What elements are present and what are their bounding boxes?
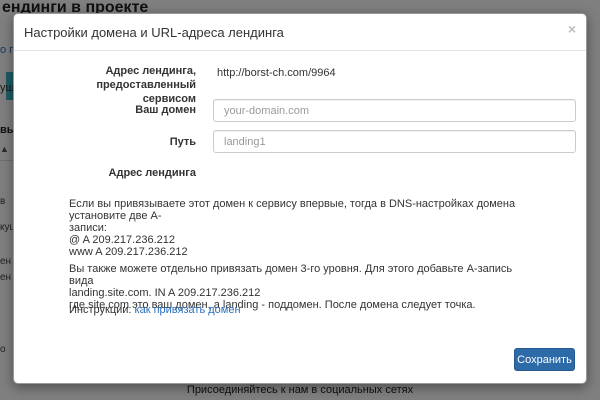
domain-label: Ваш домен [135,104,196,116]
dialog-header: Настройки домена и URL-адреса лендинга × [14,14,586,51]
landing-address-label: Адрес лендинга [108,167,196,179]
info-line: www A 209.217.236.212 [69,246,188,258]
domain-settings-dialog: Настройки домена и URL-адреса лендинга ×… [13,13,587,384]
save-button[interactable]: Сохранить [514,348,575,371]
info-line: landing.site.com. IN A 209.217.236.212 [69,287,261,299]
instructions-row: Инструкции: как привязать домен [69,304,529,316]
info-line: @ A 209.217.236.212 [69,234,175,246]
close-icon[interactable]: × [568,22,576,36]
instructions-label: Инструкции: [69,304,132,316]
service-address-value: http://borst-ch.com/9964 [217,67,336,79]
info-line: Если вы привязываете этот домен к сервис… [69,198,516,222]
service-address-label: Адрес лендинга, предоставленный сервисом [54,64,196,106]
dns-instructions: Если вы привязываете этот домен к сервис… [69,198,529,258]
info-line: Вы также можете отдельно привязать домен… [69,263,513,287]
path-input[interactable] [213,130,576,153]
path-label: Путь [169,136,196,148]
domain-input[interactable] [213,99,576,122]
dialog-title: Настройки домена и URL-адреса лендинга [24,25,284,40]
service-address-label-line2: предоставленный сервисом [96,79,196,105]
info-line: записи: [69,222,107,234]
how-to-bind-domain-link[interactable]: как привязать домен [135,304,241,316]
service-address-label-line1: Адрес лендинга, [105,65,196,77]
